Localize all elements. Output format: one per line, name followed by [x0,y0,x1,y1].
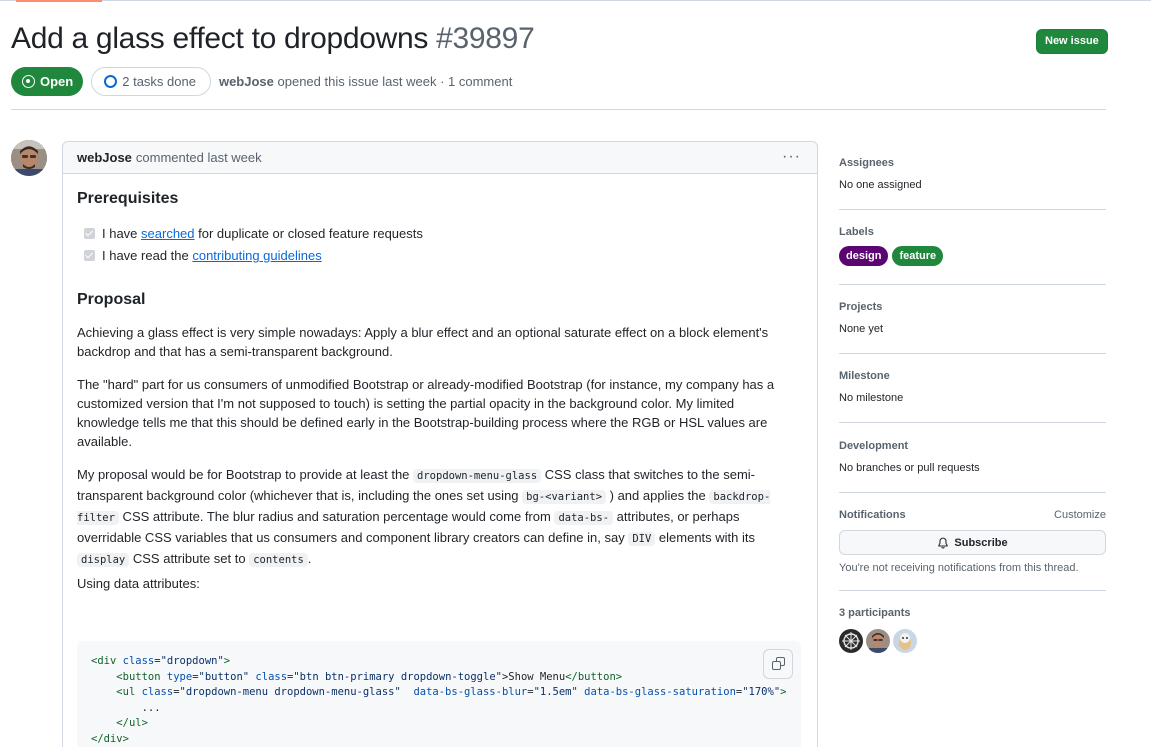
assignees-heading[interactable]: Assignees [839,157,1106,169]
comment-timestamp[interactable]: commented last week [136,150,262,165]
avatar-webjose-icon [11,140,47,176]
comment-options-icon[interactable]: ··· [782,149,801,165]
issue-title: Add a glass effect to dropdowns #39897 [11,22,535,56]
projects-section: Projects None yet [839,301,1106,335]
issue-author-link[interactable]: webJose [219,74,274,89]
text: ) and applies the [606,488,710,503]
text: My proposal would be for Bootstrap to pr… [77,467,414,482]
code-block: <div class="dropdown"> <button type="but… [77,641,801,747]
participant-avatar-2-icon [866,629,890,653]
sidebar-divider [839,209,1106,210]
development-heading[interactable]: Development [839,440,1106,452]
paragraph: My proposal would be for Bootstrap to pr… [77,465,793,570]
issue-opened-text: opened this issue last week · 1 comment [277,73,513,89]
subscribe-label: Subscribe [954,536,1008,549]
new-issue-button[interactable]: New issue [1036,29,1108,54]
projects-heading[interactable]: Projects [839,301,1106,313]
paragraph: Using data attributes: [77,576,200,591]
projects-value: None yet [839,323,884,335]
prerequisites-heading: Prerequisites [77,190,179,207]
tasks-badge[interactable]: 2 tasks done [91,66,211,96]
task-text-pre: I have read the [102,248,193,263]
subscribe-button[interactable]: Subscribe [839,530,1106,555]
active-tab-indicator [16,0,102,2]
labels-list: design feature [839,246,1106,266]
header-divider [11,109,1106,110]
inline-code: contents [249,553,308,567]
task-text-post: for duplicate or closed feature requests [194,226,423,241]
assignees-section: Assignees No one assigned [839,157,1106,191]
labels-section: Labels design feature [839,226,1106,266]
participant-avatar-3-icon [893,629,917,653]
task-item: I have searched for duplicate or closed … [84,224,423,243]
inline-code: dropdown-menu-glass [413,469,542,483]
text: elements with its [655,530,756,545]
development-value: No branches or pull requests [839,462,980,474]
task-text: I have read the contributing guidelines [102,246,322,265]
code-content: <div class="dropdown"> <button type="but… [91,655,787,745]
issue-meta: Open 2 tasks done webJose opened this is… [11,66,512,96]
avatar[interactable] [11,140,47,176]
participants-heading: 3 participants [839,607,911,619]
comment-author[interactable]: webJose [77,150,132,165]
proposal-heading: Proposal [77,291,146,308]
sidebar-divider [839,422,1106,423]
participant-avatar[interactable] [839,629,863,653]
searched-link[interactable]: searched [141,226,194,241]
notifications-section: Notifications Customize Subscribe You're… [839,509,1106,574]
comment-header: webJose commented last week [63,142,817,174]
sidebar-divider [839,492,1106,493]
issue-title-text: Add a glass effect to dropdowns [11,22,429,55]
text: . [307,551,312,566]
participants-list [839,629,1106,653]
participants-section: 3 participants [839,607,1106,653]
checkbox-checked[interactable] [84,250,95,261]
label-design[interactable]: design [839,246,889,266]
tab-underline [0,0,1151,1]
task-text-pre: I have [102,226,142,241]
bell-icon [938,537,949,549]
participant-avatar-1-icon [839,629,863,653]
development-section: Development No branches or pull requests [839,440,1106,474]
participant-avatar[interactable] [866,629,890,653]
issue-opened-info: webJose opened this issue last week · 1 … [219,74,512,89]
task-item: I have read the contributing guidelines [84,246,322,265]
text: CSS attribute set to [129,551,250,566]
assignees-value: No one assigned [839,179,922,191]
issue-open-icon [22,74,35,88]
sidebar-divider [839,353,1106,354]
customize-link[interactable]: Customize [1054,509,1106,521]
checkbox-checked[interactable] [84,228,95,239]
copy-icon-front [772,661,781,670]
paragraph: Achieving a glass effect is very simple … [77,325,769,359]
label-feature[interactable]: feature [892,246,944,266]
tasks-label: 2 tasks done [122,73,196,89]
participant-avatar[interactable] [893,629,917,653]
contributing-guidelines-link[interactable]: contributing guidelines [192,248,321,263]
progress-circle-icon [104,74,118,88]
sidebar-divider [839,590,1106,591]
sidebar-divider [839,284,1106,285]
issue-state-label: Open [40,73,74,89]
milestone-section: Milestone No milestone [839,370,1106,404]
text: CSS attribute. The blur radius and satur… [118,509,555,524]
milestone-value: No milestone [839,392,904,404]
inline-code: bg-<variant> [522,490,607,504]
inline-code: data-bs- [554,511,614,525]
labels-heading[interactable]: Labels [839,226,1106,238]
task-text: I have searched for duplicate or closed … [102,224,423,243]
inline-code: display [77,553,130,567]
notifications-note: You're not receiving notifications from … [839,562,1079,574]
issue-number: #39897 [436,22,535,55]
inline-code: DIV [628,532,656,546]
comment-box: webJose commented last week ··· Prerequi… [62,141,818,747]
paragraph: The "hard" part for us consumers of unmo… [77,377,775,449]
issue-state-badge: Open [11,66,84,96]
copy-code-button[interactable] [763,649,793,679]
milestone-heading[interactable]: Milestone [839,370,1106,382]
